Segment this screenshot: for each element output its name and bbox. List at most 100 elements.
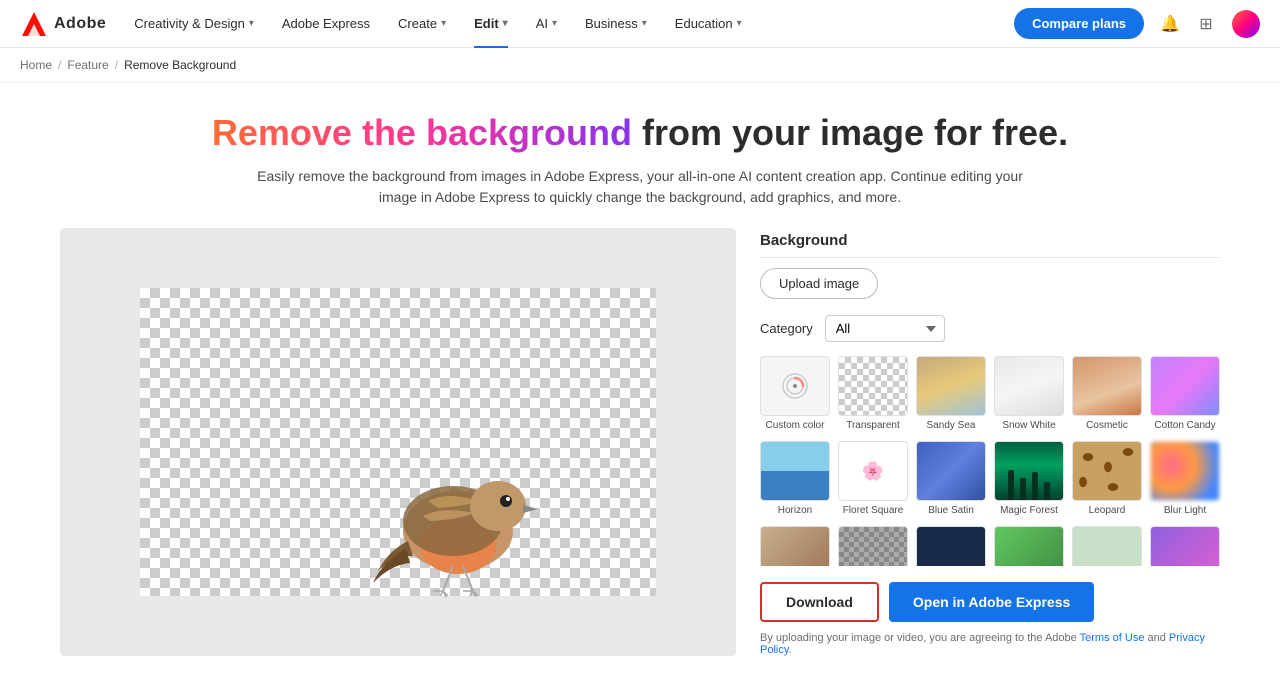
user-avatar[interactable]: [1232, 10, 1260, 38]
bg-item-floret-square[interactable]: 🌸 Floret Square: [838, 441, 908, 516]
bg-item-horizon[interactable]: Horizon: [760, 441, 830, 516]
bg-label-snow-white: Snow White: [1002, 420, 1055, 431]
download-button[interactable]: Download: [760, 582, 879, 622]
category-select[interactable]: All Nature Abstract Solid Colors Pattern…: [825, 315, 945, 342]
bg-thumb-snow-white: [994, 356, 1064, 416]
tos-link-terms[interactable]: Terms of Use: [1080, 632, 1145, 644]
breadcrumb-feature[interactable]: Feature: [67, 58, 108, 72]
category-row: Category All Nature Abstract Solid Color…: [760, 315, 1220, 342]
nav-right: Compare plans 🔔 ⊞: [1014, 8, 1260, 39]
bg-label-cosmetic: Cosmetic: [1086, 420, 1128, 431]
notifications-icon[interactable]: 🔔: [1160, 14, 1180, 34]
chevron-down-icon: ▾: [249, 18, 254, 29]
tos-prefix: By uploading your image or video, you ar…: [760, 632, 1080, 644]
bg-thumb-magic-forest: [994, 441, 1064, 501]
bg-label-transparent: Transparent: [846, 420, 900, 431]
nav-business[interactable]: Business ▾: [573, 0, 659, 48]
bg-label-horizon: Horizon: [778, 505, 812, 516]
bg-label-cotton-candy: Cotton Candy: [1154, 420, 1215, 431]
nav-create[interactable]: Create ▾: [386, 0, 458, 48]
nav-items: Creativity & Design ▾ Adobe Express Crea…: [122, 0, 1014, 48]
bg-thumb-custom-color: [760, 356, 830, 416]
bg-label-blue-satin: Blue Satin: [928, 505, 974, 516]
breadcrumb-home[interactable]: Home: [20, 58, 52, 72]
bg-thumb-partial-5: [1072, 526, 1142, 566]
bg-label-leopard: Leopard: [1089, 505, 1126, 516]
bg-item-magic-forest[interactable]: Magic Forest: [994, 441, 1064, 516]
background-grid-row3-partial: [760, 526, 1220, 566]
compare-plans-button[interactable]: Compare plans: [1014, 8, 1144, 39]
nav-ai[interactable]: AI ▾: [524, 0, 569, 48]
bg-thumb-cotton-candy: [1150, 356, 1220, 416]
bg-thumb-blur-light: [1150, 441, 1220, 501]
bg-label-sandy-sea: Sandy Sea: [927, 420, 976, 431]
bg-item-snow-white[interactable]: Snow White: [994, 356, 1064, 431]
hero-title-rest: from your image for free.: [632, 112, 1068, 153]
hero-title-gradient: Remove the background: [212, 112, 632, 153]
adobe-logo[interactable]: Adobe: [20, 10, 106, 38]
page-title: Remove the background from your image fo…: [20, 111, 1260, 154]
bg-thumb-sandy-sea: [916, 356, 986, 416]
bg-item-leopard[interactable]: Leopard: [1072, 441, 1142, 516]
action-buttons: Download Open in Adobe Express: [760, 582, 1220, 622]
bg-label-floret-square: Floret Square: [843, 505, 904, 516]
bg-item-sandy-sea[interactable]: Sandy Sea: [916, 356, 986, 431]
bg-thumb-partial-3: [916, 526, 986, 566]
bg-item-custom-color[interactable]: Custom color: [760, 356, 830, 431]
breadcrumb-separator: /: [115, 58, 118, 72]
chevron-down-icon: ▾: [642, 18, 647, 29]
bg-thumb-partial-1: [760, 526, 830, 566]
image-preview-panel: [60, 228, 736, 656]
bg-item-partial-1[interactable]: [760, 526, 830, 566]
nav-adobe-express[interactable]: Adobe Express: [270, 0, 382, 48]
bg-thumb-partial-2: [838, 526, 908, 566]
bird-image: [358, 401, 558, 601]
apps-grid-icon[interactable]: ⊞: [1196, 14, 1216, 34]
bg-thumb-transparent: [838, 356, 908, 416]
nav-edit[interactable]: Edit ▾: [462, 0, 520, 48]
sidebar-section-title: Background: [760, 232, 1220, 258]
hero-subtitle: Easily remove the background from images…: [240, 166, 1040, 208]
open-in-express-button[interactable]: Open in Adobe Express: [889, 582, 1094, 622]
tos-period: .: [789, 644, 792, 656]
bg-label-custom-color: Custom color: [766, 420, 825, 431]
bg-item-blur-light[interactable]: Blur Light: [1150, 441, 1220, 516]
main-content: Background Upload image Category All Nat…: [40, 228, 1240, 676]
bg-thumb-horizon: [760, 441, 830, 501]
sidebar: Background Upload image Category All Nat…: [760, 228, 1220, 656]
chevron-down-icon: ▾: [737, 18, 742, 29]
bg-thumb-floret-square: 🌸: [838, 441, 908, 501]
bg-thumb-partial-6: [1150, 526, 1220, 566]
bg-item-cosmetic[interactable]: Cosmetic: [1072, 356, 1142, 431]
background-grid-row1: Custom color Transparent Sandy Sea Snow …: [760, 356, 1220, 431]
chevron-down-icon: ▾: [503, 18, 508, 29]
bg-thumb-cosmetic: [1072, 356, 1142, 416]
upload-image-button[interactable]: Upload image: [760, 268, 878, 299]
category-label: Category: [760, 321, 813, 336]
bg-thumb-blue-satin: [916, 441, 986, 501]
adobe-logo-icon: [20, 10, 48, 38]
bg-item-partial-6[interactable]: [1150, 526, 1220, 566]
tos-text: By uploading your image or video, you ar…: [760, 632, 1220, 656]
bg-label-blur-light: Blur Light: [1164, 505, 1206, 516]
bg-thumb-leopard: [1072, 441, 1142, 501]
bg-item-partial-4[interactable]: [994, 526, 1064, 566]
chevron-down-icon: ▾: [441, 18, 446, 29]
bg-item-partial-5[interactable]: [1072, 526, 1142, 566]
bg-item-partial-2[interactable]: [838, 526, 908, 566]
hero-section: Remove the background from your image fo…: [0, 83, 1280, 228]
color-picker-icon: [781, 372, 809, 400]
tos-and: and: [1144, 632, 1168, 644]
bg-item-transparent[interactable]: Transparent: [838, 356, 908, 431]
nav-education[interactable]: Education ▾: [663, 0, 754, 48]
bg-item-blue-satin[interactable]: Blue Satin: [916, 441, 986, 516]
bg-item-cotton-candy[interactable]: Cotton Candy: [1150, 356, 1220, 431]
bg-item-partial-3[interactable]: [916, 526, 986, 566]
bg-label-magic-forest: Magic Forest: [1000, 505, 1058, 516]
breadcrumb-current: Remove Background: [124, 58, 236, 72]
navigation: Adobe Creativity & Design ▾ Adobe Expres…: [0, 0, 1280, 48]
breadcrumb-separator: /: [58, 58, 61, 72]
chevron-down-icon: ▾: [552, 18, 557, 29]
adobe-wordmark: Adobe: [54, 15, 106, 33]
nav-creativity-design[interactable]: Creativity & Design ▾: [122, 0, 266, 48]
